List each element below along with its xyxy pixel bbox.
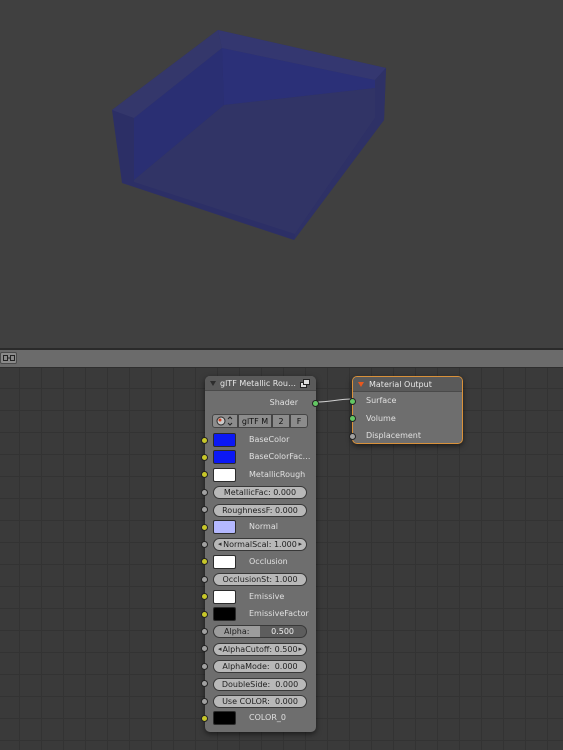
roughnessf-label: RoughnessF: 0.000 [222, 505, 298, 515]
node-editor-header [0, 350, 563, 368]
color-0-label: COLOR_0 [249, 713, 286, 723]
occlusionst-field[interactable]: OcclusionSt: 1.000 [213, 573, 307, 587]
material-output-header[interactable]: Material Output [353, 377, 462, 392]
gltf-metallic-roughness-node[interactable]: glTF Metallic Rou… Shader glTF M 2 F Bas… [201, 376, 319, 732]
basecolorfac-color-swatch[interactable] [213, 450, 236, 465]
alphamode-input-socket[interactable] [201, 662, 208, 670]
normal-input-socket[interactable] [201, 523, 208, 531]
node-tree-browse-button[interactable] [212, 414, 238, 428]
basecolorfac-label: BaseColorFac… [249, 452, 311, 462]
alpha-input-socket[interactable] [201, 627, 208, 635]
occlusion-label: Occlusion [249, 556, 288, 566]
viewport-mesh [112, 30, 386, 240]
decrement-arrow-icon[interactable]: ◂ [218, 539, 222, 550]
gltf-node-title: glTF Metallic Rou… [220, 378, 296, 388]
surface-label: Surface [366, 396, 397, 405]
use-color-field[interactable]: Use COLOR: 0.000 [213, 695, 307, 708]
alpha-value: 0.500 [271, 627, 294, 637]
occlusion-input-socket[interactable] [201, 558, 208, 566]
metallicfac-label: MetallicFac: 0.000 [223, 488, 297, 498]
node-tree-users-count[interactable]: 2 [272, 414, 290, 428]
doubleside-input-socket[interactable] [201, 680, 208, 688]
collapse-arrow-icon[interactable] [358, 381, 364, 387]
normalscal-input-socket[interactable] [201, 540, 208, 548]
use-color-input-socket[interactable] [201, 697, 208, 705]
alphacutoff-input-socket[interactable] [201, 645, 208, 653]
gltf-node-header[interactable]: glTF Metallic Rou… [205, 376, 316, 391]
increment-arrow-icon[interactable]: ▸ [298, 644, 302, 655]
metallicfac-field[interactable]: MetallicFac: 0.000 [213, 486, 307, 500]
collapse-arrow-icon[interactable] [210, 380, 216, 386]
displacement-label: Displacement [366, 431, 421, 440]
metallicfac-input-socket[interactable] [201, 488, 208, 496]
emissive-color-swatch[interactable] [213, 589, 236, 604]
doubleside-field[interactable]: DoubleSide: 0.000 [213, 677, 307, 691]
editor-type-button[interactable] [0, 352, 17, 364]
node-editor-icon [2, 355, 15, 361]
volume-label: Volume [366, 413, 396, 423]
emissivefactor-label: EmissiveFactor [249, 609, 309, 618]
occlusionst-input-socket[interactable] [201, 575, 208, 583]
material-output-node[interactable]: Material Output Surface Volume Displacemen… [349, 376, 463, 444]
basecolor-input-socket[interactable] [201, 436, 208, 444]
node-tree-name-field[interactable]: glTF M [238, 414, 272, 428]
emissive-input-socket[interactable] [201, 593, 208, 601]
use-color-label: Use COLOR: 0.000 [222, 697, 298, 706]
color-0-input-socket[interactable] [201, 714, 208, 722]
basecolor-label: BaseColor [249, 435, 290, 444]
alpha-field[interactable]: Alpha: 0.500 [213, 625, 307, 639]
metallicrough-color-swatch[interactable] [213, 467, 236, 482]
basecolor-color-swatch[interactable] [213, 433, 236, 447]
shader-output-socket[interactable] [312, 400, 319, 407]
metallicrough-label: MetallicRough [249, 469, 306, 479]
alphamode-field[interactable]: AlphaMode: 0.000 [213, 660, 307, 674]
decrement-arrow-icon[interactable]: ◂ [218, 644, 222, 655]
node-group-icon[interactable] [300, 379, 310, 388]
alphacutoff-field[interactable]: ◂ ▸ AlphaCutoff: 0.500 [213, 642, 307, 656]
normal-color-swatch[interactable] [213, 520, 236, 534]
shader-output-label: Shader [269, 398, 298, 407]
doubleside-label: DoubleSide: 0.000 [221, 679, 299, 689]
shader-to-surface-link [315, 398, 353, 403]
alphamode-label: AlphaMode: 0.000 [222, 662, 298, 672]
node-tree-icon [216, 416, 233, 426]
node-editor-canvas[interactable]: glTF Metallic Rou… Shader glTF M 2 F Bas… [0, 368, 563, 750]
surface-input-socket[interactable] [349, 397, 356, 405]
emissivefactor-color-swatch[interactable] [213, 607, 236, 621]
normalscal-label: NormalScal: 1.000 [223, 540, 297, 550]
emissive-label: Emissive [249, 591, 285, 601]
emissivefactor-input-socket[interactable] [201, 610, 208, 618]
occlusionst-label: OcclusionSt: 1.000 [222, 575, 298, 585]
basecolorfac-input-socket[interactable] [201, 453, 208, 461]
3d-viewport[interactable] [0, 0, 563, 348]
increment-arrow-icon[interactable]: ▸ [298, 539, 302, 550]
alpha-label: Alpha: [224, 627, 250, 637]
normal-label: Normal [249, 522, 278, 531]
volume-input-socket[interactable] [349, 415, 356, 422]
fake-user-button[interactable]: F [290, 414, 308, 428]
alphacutoff-label: AlphaCutoff: 0.500 [222, 644, 298, 654]
normalscal-field[interactable]: ◂ ▸ NormalScal: 1.000 [213, 538, 307, 552]
occlusion-color-swatch[interactable] [213, 554, 236, 569]
material-output-title: Material Output [369, 379, 432, 389]
displacement-input-socket[interactable] [349, 432, 356, 440]
metallicrough-input-socket[interactable] [201, 471, 208, 479]
roughnessf-input-socket[interactable] [201, 506, 208, 514]
roughnessf-field[interactable]: RoughnessF: 0.000 [213, 503, 307, 517]
color-0-color-swatch[interactable] [213, 711, 236, 726]
